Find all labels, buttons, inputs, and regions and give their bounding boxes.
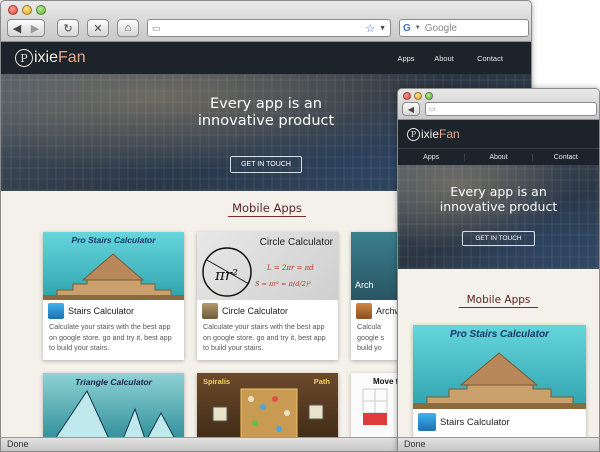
pixiefan-logo[interactable]: P ixie Fan — [15, 49, 86, 67]
card-title: Circle Calculator — [222, 306, 289, 316]
page-icon: ▭ — [429, 106, 436, 113]
card-title-row: Stairs Calculator — [43, 300, 184, 322]
logo-text: ixie — [421, 127, 440, 141]
stairs-app-icon — [418, 413, 436, 431]
logo-circle-icon: P — [15, 49, 33, 67]
stairs-illustration — [43, 253, 184, 300]
logo-text: ixie — [34, 49, 59, 66]
app-card-spiralis[interactable]: Spiralis Path — [197, 373, 338, 443]
nav-contact[interactable]: Contact — [463, 54, 517, 63]
card-description: Calculate your stairs with the best app … — [49, 322, 172, 352]
reload-button[interactable]: ↻ — [57, 19, 79, 37]
search-field[interactable]: G ▼ Google — [399, 19, 529, 37]
home-button[interactable]: ⌂ — [117, 19, 139, 37]
arch-app-icon — [356, 303, 372, 319]
card-title: Stairs Calculator — [68, 306, 135, 316]
stop-button[interactable]: ✕ — [87, 19, 109, 37]
browser-toolbar: ◀ ▶ ↻ ✕ ⌂ ▭ ☆ ▼ G ▼ Google — [1, 1, 531, 42]
mobile-apps-heading-text: Mobile Apps — [228, 201, 306, 217]
stairs-app-icon — [48, 303, 64, 319]
triangle-illustration — [54, 389, 176, 440]
close-window-button[interactable] — [403, 92, 411, 100]
google-g-icon: G — [403, 22, 411, 34]
hero-banner: Every app is an innovative product GET I… — [398, 165, 599, 269]
minimize-window-button[interactable] — [22, 5, 32, 15]
nav-about[interactable]: About — [465, 153, 533, 161]
back-arrow-icon: ◀ — [12, 22, 22, 35]
hero-title-line1: Every app is an — [210, 96, 322, 112]
bookmark-star-icon[interactable]: ☆ — [365, 22, 375, 35]
card-title: Stairs Calculator — [440, 416, 510, 428]
nav-about[interactable]: About — [425, 54, 463, 63]
card-description: Calculate your stairs with the best app … — [203, 322, 326, 352]
hero-title-line1: Every app is an — [450, 184, 547, 199]
minimize-window-button[interactable] — [414, 92, 422, 100]
mobile-apps-heading: Mobile Apps — [398, 294, 599, 308]
nav-apps[interactable]: Apps — [398, 153, 466, 161]
get-in-touch-button[interactable]: GET IN TOUCH — [230, 155, 302, 173]
triangle-thumbnail: Triangle Calculator — [43, 373, 184, 443]
mobile-browser-toolbar: ◀ ▭ — [398, 89, 599, 120]
mobile-browser-window: ◀ ▭ P ixie Fan Apps About Contact Every a… — [397, 88, 600, 452]
dropdown-icon[interactable]: ▼ — [379, 25, 386, 32]
stop-icon: ✕ — [93, 22, 103, 35]
address-bar[interactable]: ▭ ☆ ▼ — [147, 19, 391, 37]
card-title-row: Stairs Calculator — [413, 409, 586, 435]
logo-circle-icon: P — [407, 127, 420, 141]
status-bar: Done — [398, 437, 599, 451]
hero-title-line2: innovative product — [439, 199, 558, 214]
game-board-illustration — [212, 388, 324, 442]
get-in-touch-button[interactable]: GET IN TOUCH — [462, 231, 535, 246]
card-banner: Arch — [355, 280, 374, 290]
site-navbar: P ixie Fan Apps About Contact — [1, 42, 531, 74]
app-card-stairs[interactable]: Pro Stairs Calculator Stairs Calculator — [413, 325, 586, 441]
logo-accent: Fan — [58, 49, 86, 66]
address-bar[interactable]: ▭ — [425, 102, 597, 116]
svg-text:πr²: πr² — [214, 266, 238, 284]
back-forward-button[interactable]: ◀ ▶ — [7, 19, 45, 37]
mobile-site-header: P ixie Fan — [398, 120, 599, 148]
stairs-thumbnail: Pro Stairs Calculator — [413, 325, 586, 409]
hero-title: Every app is an innovative product — [398, 184, 599, 214]
circle-thumbnail: Circle Calculator πr² L = 2πr = πd S = π… — [197, 232, 338, 300]
zoom-window-button[interactable] — [425, 92, 433, 100]
zoom-window-button[interactable] — [36, 5, 46, 15]
pixiefan-logo[interactable]: P ixie Fan — [407, 127, 460, 141]
stairs-illustration — [413, 352, 586, 409]
app-card-stairs[interactable]: Pro Stairs Calculator Stairs Calculator … — [43, 232, 184, 360]
nav-contact[interactable]: Contact — [533, 154, 599, 161]
formula-area: S = πr² = π(d/2)² — [255, 280, 312, 288]
page-icon: ▭ — [152, 22, 161, 33]
app-card-triangle[interactable]: Triangle Calculator — [43, 373, 184, 443]
logo-accent: Fan — [439, 127, 460, 141]
search-dropdown-icon: ▼ — [414, 25, 421, 31]
close-window-button[interactable] — [8, 5, 18, 15]
home-icon: ⌂ — [124, 22, 132, 34]
back-arrow-icon: ◀ — [407, 104, 415, 114]
search-placeholder: Google — [424, 22, 457, 34]
spiralis-thumbnail: Spiralis Path — [197, 373, 338, 443]
back-forward-button[interactable]: ◀ — [402, 102, 420, 116]
app-card-circle[interactable]: Circle Calculator πr² L = 2πr = πd S = π… — [197, 232, 338, 360]
mobile-apps-heading-text: Mobile Apps — [458, 294, 539, 308]
reload-icon: ↻ — [63, 22, 73, 35]
formula-circumference: L = 2πr = πd — [267, 264, 314, 272]
mobile-site-navbar: Apps About Contact — [398, 148, 599, 165]
card-description: Calcula google s build yo — [357, 322, 385, 352]
hero-title-line2: innovative product — [197, 113, 335, 130]
card-title-row: Circle Calculator — [197, 300, 338, 322]
nav-apps[interactable]: Apps — [387, 54, 425, 63]
forward-arrow-icon: ▶ — [30, 22, 40, 35]
circle-app-icon — [202, 303, 218, 319]
stairs-thumbnail: Pro Stairs Calculator — [43, 232, 184, 300]
